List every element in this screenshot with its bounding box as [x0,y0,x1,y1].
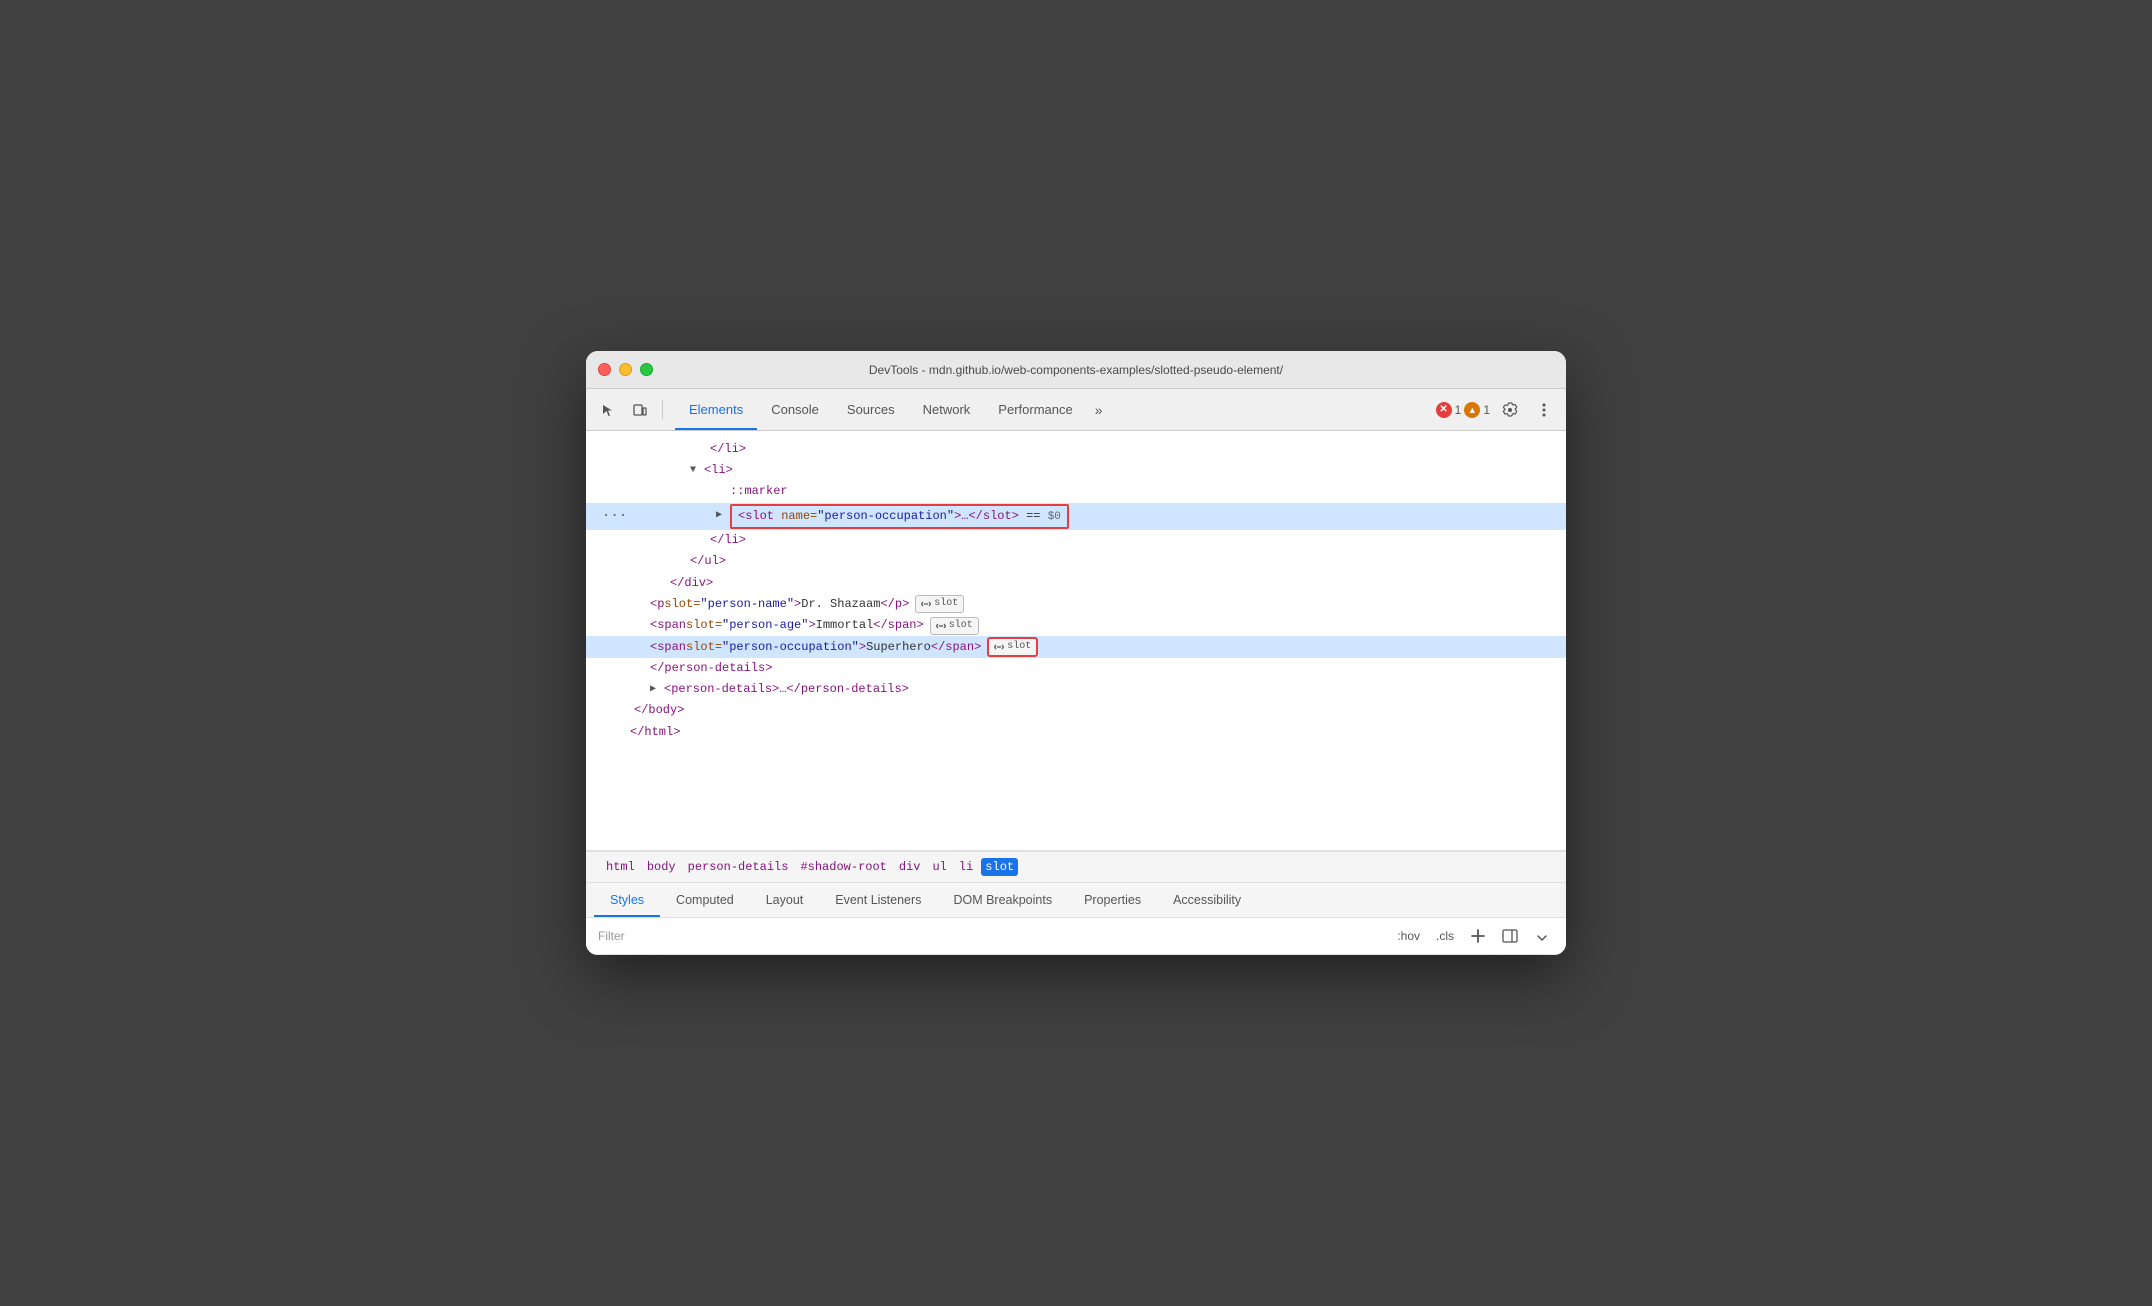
filter-label: Filter [598,929,625,943]
bottom-tabs: Styles Computed Layout Event Listeners D… [586,883,1566,918]
tab-console[interactable]: Console [757,389,833,430]
error-count: 1 [1455,403,1462,417]
tree-expand-icon[interactable] [716,508,730,524]
error-icon: ✕ [1436,402,1452,418]
maximize-button[interactable] [640,363,653,376]
toolbar-tabs: Elements Console Sources Network Perform… [675,389,1111,430]
error-badge: ✕ 1 ▲ 1 [1436,402,1490,418]
breadcrumb-shadow-root[interactable]: #shadow-root [796,858,890,876]
tab-event-listeners[interactable]: Event Listeners [819,883,937,917]
toolbar-right: ✕ 1 ▲ 1 [1436,396,1558,424]
dom-panel: </li> <li> ::marker ··· <slot name="pers… [586,431,1566,851]
tab-properties[interactable]: Properties [1068,883,1157,917]
selected-dom-line[interactable]: ··· <slot name="person-occupation">…</sl… [586,503,1566,531]
tab-network[interactable]: Network [909,389,985,430]
bottom-panel: Styles Computed Layout Event Listeners D… [586,883,1566,955]
more-tabs-button[interactable]: » [1087,389,1111,430]
dom-line[interactable]: <span slot="person-age">Immortal</span> … [586,615,1566,636]
selected-dom-line-occupation[interactable]: <span slot="person-occupation">Superhero… [586,636,1566,658]
dom-line[interactable]: <li> [586,460,1566,481]
breadcrumb-person-details[interactable]: person-details [684,858,793,876]
filter-bar: Filter :hov .cls [586,918,1566,955]
dom-line[interactable]: ::marker [586,481,1566,502]
selected-element-box: <slot name="person-occupation">…</slot> … [730,504,1069,530]
settings-icon[interactable] [1496,396,1524,424]
tab-layout[interactable]: Layout [750,883,820,917]
tab-dom-breakpoints[interactable]: DOM Breakpoints [937,883,1068,917]
minimize-button[interactable] [619,363,632,376]
dom-line[interactable]: </person-details> [586,658,1566,679]
tab-sources[interactable]: Sources [833,389,909,430]
breadcrumb-html[interactable]: html [602,858,639,876]
tab-accessibility[interactable]: Accessibility [1157,883,1257,917]
slot-link-badge[interactable]: slot [915,595,964,613]
hov-button[interactable]: :hov [1393,927,1424,945]
cursor-icon[interactable] [594,396,622,424]
breadcrumb-li[interactable]: li [955,858,977,876]
dom-line[interactable]: <person-details>…</person-details> [586,679,1566,700]
breadcrumb-slot[interactable]: slot [981,858,1018,876]
tab-performance[interactable]: Performance [984,389,1086,430]
tree-expand-icon[interactable] [690,463,704,479]
window-title: DevTools - mdn.github.io/web-components-… [869,363,1283,377]
close-button[interactable] [598,363,611,376]
traffic-lights [598,363,653,376]
filter-actions: :hov .cls [1393,924,1554,948]
dom-line[interactable]: </html> [586,722,1566,743]
add-style-rule-icon[interactable] [1466,924,1490,948]
warning-count: 1 [1483,403,1490,417]
breadcrumb-div[interactable]: div [895,858,925,876]
tab-elements[interactable]: Elements [675,389,757,430]
device-toggle-icon[interactable] [626,396,654,424]
toolbar-divider [662,400,663,420]
dom-line[interactable]: </li> [586,530,1566,551]
devtools-window: DevTools - mdn.github.io/web-components-… [586,351,1566,955]
filter-input[interactable] [633,929,1386,943]
toolbar: Elements Console Sources Network Perform… [586,389,1566,431]
dom-line[interactable]: </body> [586,700,1566,721]
slot-link-badge[interactable]: slot [930,617,979,635]
breadcrumb-bar: html body person-details #shadow-root di… [586,851,1566,883]
breadcrumb-body[interactable]: body [643,858,680,876]
tab-styles[interactable]: Styles [594,883,660,917]
dom-line[interactable]: </ul> [586,551,1566,572]
more-styles-icon[interactable] [1530,924,1554,948]
dom-line[interactable]: </li> [586,439,1566,460]
cls-button[interactable]: .cls [1432,927,1458,945]
slot-link-badge-highlighted[interactable]: slot [987,637,1038,657]
breadcrumb-ul[interactable]: ul [928,858,950,876]
tab-computed[interactable]: Computed [660,883,750,917]
toggle-sidebar-icon[interactable] [1498,924,1522,948]
tree-expand-icon[interactable] [650,682,664,698]
more-options-icon[interactable] [1530,396,1558,424]
warning-icon: ▲ [1464,402,1480,418]
dom-line[interactable]: </div> [586,573,1566,594]
dom-line[interactable]: <p slot="person-name">Dr. Shazaam</p> sl… [586,594,1566,615]
title-bar: DevTools - mdn.github.io/web-components-… [586,351,1566,389]
